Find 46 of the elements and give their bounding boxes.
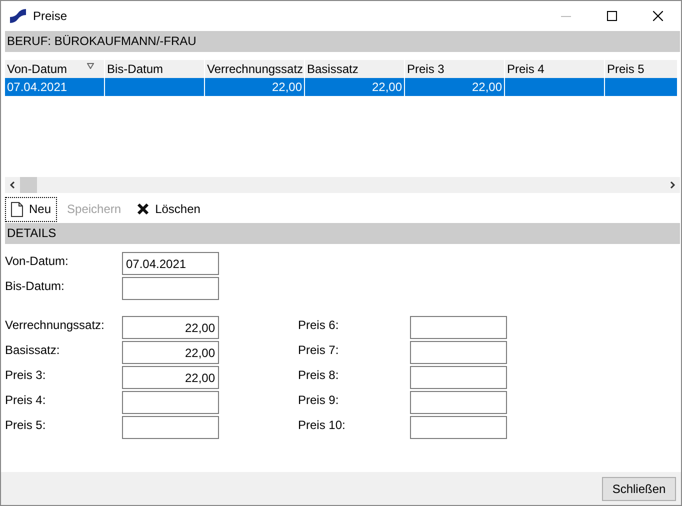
input-field[interactable] [122,391,219,414]
field-label: Von-Datum: [5,253,70,268]
maximize-icon [607,11,617,21]
input-field[interactable] [410,391,507,414]
input-field[interactable] [410,416,507,439]
delete-icon [137,203,150,215]
input-field[interactable]: 22,00 [122,316,219,339]
table-row[interactable]: 07.04.2021 22,00 22,00 22,00 [5,78,677,96]
sort-icon [87,63,94,69]
horizontal-scrollbar[interactable] [5,177,680,193]
input-field[interactable]: 22,00 [122,341,219,364]
field-label: Preis 8: [298,367,340,382]
field-label: Preis 9: [298,392,340,407]
app-logo-icon [9,8,27,24]
field-label: Bis-Datum: [5,278,66,293]
section-header: BERUF: BÜROKAUFMANN/-FRAU [5,31,680,52]
input-field[interactable] [410,316,507,339]
input-field[interactable] [122,416,219,439]
table-cell: 22,00 [472,80,502,94]
field-label: Preis 6: [298,317,340,332]
field-label: Preis 5: [5,417,47,432]
window-title: Preise [33,9,68,23]
input-field[interactable]: 07.04.2021 [122,252,219,275]
input-field[interactable] [410,341,507,364]
field-label: Verrechnungssatz: [5,317,106,332]
close-dialog-button[interactable]: Schließen [602,476,676,500]
toolbar-button[interactable]: Löschen [131,196,206,222]
table-cell: 22,00 [272,80,302,94]
scroll-left-icon [9,181,15,189]
scroll-right-icon [670,181,676,189]
section-header: DETAILS [5,223,680,244]
field-label: Preis 10: [298,417,346,432]
scroll-thumb[interactable] [20,177,37,193]
field-label: Preis 7: [298,342,340,357]
close-icon [653,11,663,21]
column-header[interactable]: Preis 5 [605,60,673,78]
page-icon [11,202,23,216]
table-cell: 22,00 [372,80,402,94]
field-label: Preis 3: [5,367,47,382]
input-field[interactable] [122,277,219,300]
table-cell: 07.04.2021 [7,80,68,94]
toolbar-button[interactable]: Neu [5,196,58,222]
field-label: Preis 4: [5,392,47,407]
input-field[interactable]: 22,00 [122,366,219,389]
field-label: Basissatz: [5,342,61,357]
input-field[interactable] [410,366,507,389]
